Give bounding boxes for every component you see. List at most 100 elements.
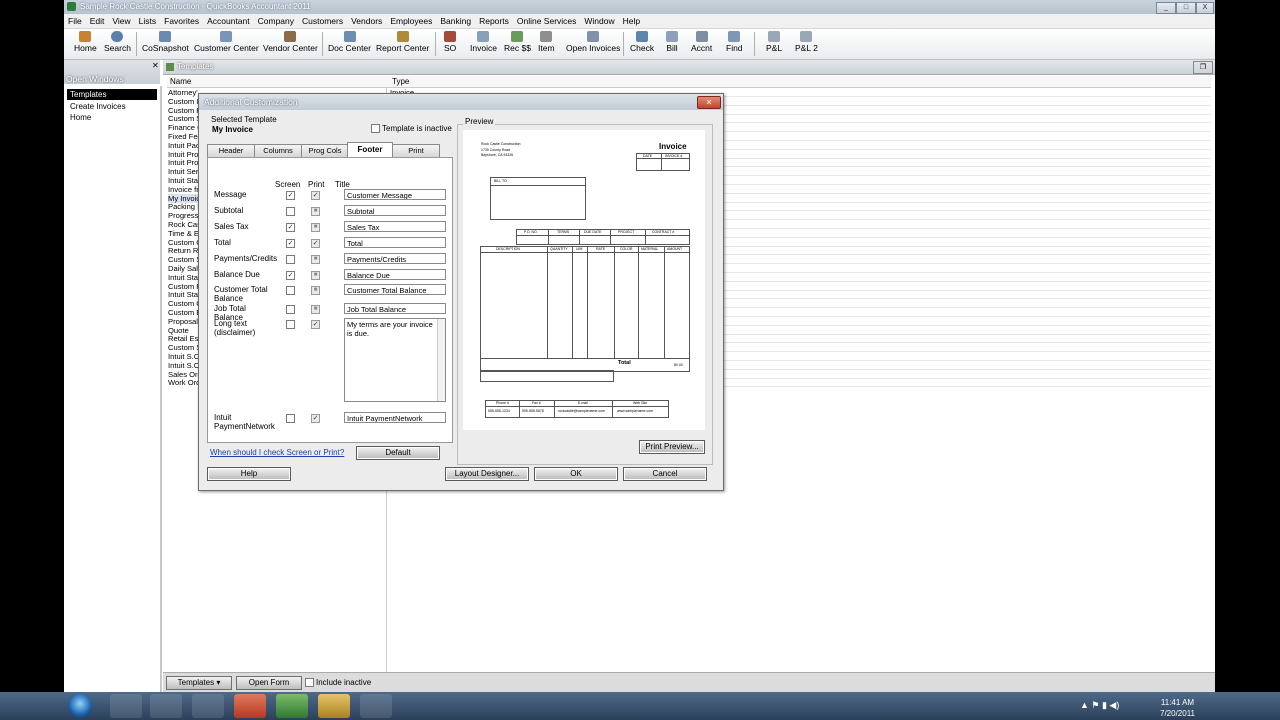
print-checkbox[interactable]: ✓ <box>311 239 320 248</box>
screen-checkbox[interactable] <box>286 305 295 314</box>
template-row[interactable]: Intuit S.C <box>168 352 198 361</box>
disclaimer-textarea[interactable]: My terms are your invoice is due. <box>344 318 446 402</box>
tab-header[interactable]: Header <box>207 144 255 157</box>
template-row[interactable]: Progress <box>168 211 198 220</box>
print-checkbox[interactable]: ✓ <box>311 414 320 423</box>
print-checkbox[interactable]: ✓ <box>311 191 320 200</box>
template-row[interactable]: Custom E <box>168 308 198 317</box>
windows-start-icon[interactable] <box>68 694 92 718</box>
screen-checkbox[interactable] <box>286 255 295 264</box>
menu-employees[interactable]: Employees <box>386 14 436 26</box>
footer-title-field[interactable]: Intuit PaymentNetwork <box>344 412 446 423</box>
template-row[interactable]: My Invoic <box>168 193 198 203</box>
minimize-button[interactable]: _ <box>1156 2 1176 14</box>
dialog-close-button[interactable]: ✕ <box>697 96 721 109</box>
toolbar-invoice[interactable]: Invoice <box>470 31 497 57</box>
template-row[interactable]: Intuit Pac <box>168 141 198 150</box>
cancel-button[interactable]: Cancel <box>623 467 707 481</box>
menu-banking[interactable]: Banking <box>436 14 475 26</box>
template-row[interactable]: Finance C <box>168 123 198 132</box>
template-row[interactable]: Time & Ex <box>168 229 198 238</box>
template-row[interactable]: Proposal <box>168 317 198 326</box>
scrollbar[interactable] <box>437 319 445 401</box>
screen-checkbox[interactable] <box>286 414 295 423</box>
toolbar-home[interactable]: Home <box>74 31 97 57</box>
open-window-home[interactable]: Home <box>67 112 157 123</box>
template-row[interactable]: Intuit Ser <box>168 167 198 176</box>
powerpoint-icon[interactable] <box>234 694 266 718</box>
close-icon[interactable]: ✕ <box>152 61 159 70</box>
toolbar-pl[interactable]: P&L <box>766 31 782 57</box>
footer-title-field[interactable]: Job Total Balance <box>344 303 446 314</box>
toolbar-search[interactable]: Search <box>104 31 131 57</box>
tab-prog-cols[interactable]: Prog Cols <box>301 144 349 157</box>
screen-checkbox[interactable]: ✓ <box>286 271 295 280</box>
template-row[interactable]: Return Re <box>168 246 198 255</box>
column-name-header[interactable]: Name <box>170 77 191 86</box>
open-form-button[interactable]: Open Form <box>236 676 302 690</box>
toolbar-report-center[interactable]: Report Center <box>376 31 429 57</box>
footer-title-field[interactable]: Balance Due <box>344 269 446 280</box>
file-explorer-icon[interactable] <box>150 694 182 718</box>
toolbar-rec-payments[interactable]: Rec $$ <box>504 31 531 57</box>
template-row[interactable]: Intuit Pro <box>168 158 198 167</box>
toolbar-cosnapshot[interactable]: CoSnapshot <box>142 31 189 57</box>
screen-checkbox[interactable] <box>286 207 295 216</box>
menu-company[interactable]: Company <box>254 14 298 26</box>
template-row[interactable]: Intuit Pro <box>168 150 198 159</box>
include-inactive-checkbox[interactable] <box>305 678 314 687</box>
menu-file[interactable]: File <box>64 14 86 26</box>
layout-designer-button[interactable]: Layout Designer... <box>445 467 529 481</box>
print-checkbox[interactable]: ■ <box>311 271 320 280</box>
toolbar-item[interactable]: Item <box>538 31 555 57</box>
template-row[interactable]: Work Ord <box>168 378 198 387</box>
template-row[interactable]: Intuit Sta <box>168 273 198 282</box>
default-button[interactable]: Default <box>356 446 440 460</box>
template-inactive-checkbox[interactable] <box>371 124 380 133</box>
footer-title-field[interactable]: Sales Tax <box>344 221 446 232</box>
help-link[interactable]: When should I check Screen or Print? <box>210 448 344 457</box>
open-window-create-invoices[interactable]: Create Invoices <box>67 101 157 112</box>
print-checkbox[interactable]: ✓ <box>311 320 320 329</box>
screen-checkbox[interactable]: ✓ <box>286 223 295 232</box>
template-row[interactable]: Intuit Sta <box>168 176 198 185</box>
menu-vendors[interactable]: Vendors <box>347 14 386 26</box>
menu-accountant[interactable]: Accountant <box>203 14 254 26</box>
template-row[interactable]: Attorney's Invoice <box>168 88 198 97</box>
toolbar-check[interactable]: Check <box>630 31 654 57</box>
footer-title-field[interactable]: Total <box>344 237 446 248</box>
template-row[interactable]: Custom P <box>168 106 198 115</box>
print-checkbox[interactable]: ■ <box>311 305 320 314</box>
outlook-icon[interactable] <box>318 694 350 718</box>
template-row[interactable]: Fixed Fee <box>168 132 198 141</box>
restore-button[interactable]: ❐ <box>1193 61 1213 74</box>
tab-print[interactable]: Print <box>392 144 440 157</box>
toolbar-open-invoices[interactable]: Open Invoices <box>566 31 620 57</box>
template-row[interactable]: Rock Cas <box>168 220 198 229</box>
template-row[interactable]: Intuit S.C <box>168 361 198 370</box>
template-row[interactable]: Custom C <box>168 299 198 308</box>
toolbar-accnt[interactable]: Accnt <box>691 31 712 57</box>
template-row[interactable]: Custom S <box>168 255 198 264</box>
taskbar-clock[interactable]: 11:41 AM 7/20/2011 <box>1160 697 1195 719</box>
toolbar-find[interactable]: Find <box>726 31 743 57</box>
toolbar-so[interactable]: SO <box>444 31 456 57</box>
print-checkbox[interactable]: ■ <box>311 207 320 216</box>
print-preview-button[interactable]: Print Preview... <box>639 440 705 454</box>
close-button[interactable]: X <box>1196 2 1214 14</box>
tab-columns[interactable]: Columns <box>254 144 302 157</box>
ok-button[interactable]: OK <box>534 467 618 481</box>
print-checkbox[interactable]: ■ <box>311 286 320 295</box>
template-row[interactable]: Quote <box>168 326 198 335</box>
footer-title-field[interactable]: Customer Total Balance <box>344 284 446 295</box>
template-row[interactable]: Invoice fr <box>168 185 198 194</box>
media-player-icon[interactable] <box>192 694 224 718</box>
toolbar-pl2[interactable]: P&L 2 <box>795 31 818 57</box>
quickbooks-taskbar-icon[interactable] <box>276 694 308 718</box>
template-row[interactable]: Daily Sale <box>168 264 198 273</box>
help-button[interactable]: Help <box>207 467 291 481</box>
tab-footer[interactable]: Footer <box>347 142 393 158</box>
menu-view[interactable]: View <box>108 14 134 26</box>
internet-explorer-icon[interactable] <box>110 694 142 718</box>
print-checkbox[interactable]: ■ <box>311 223 320 232</box>
